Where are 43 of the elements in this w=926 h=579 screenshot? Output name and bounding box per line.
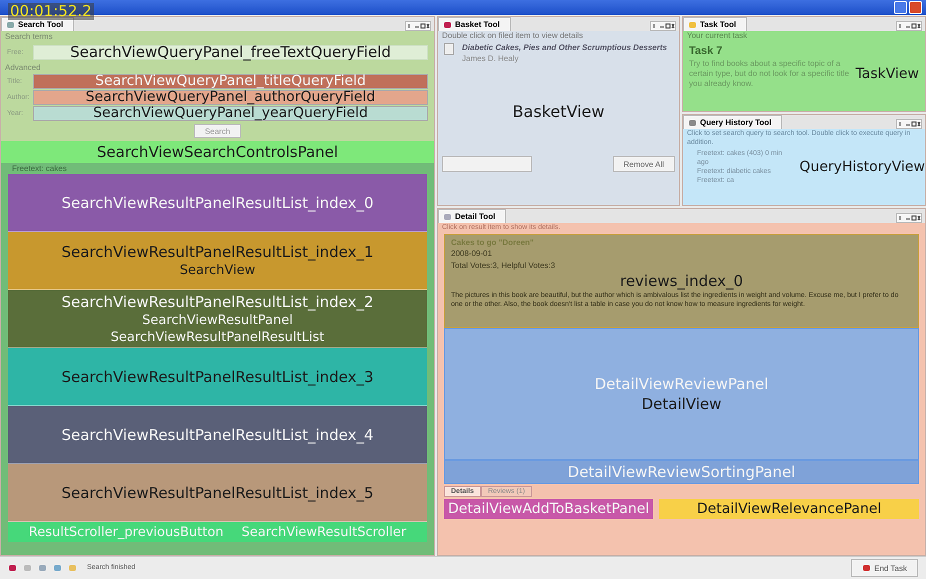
free-text-field[interactable]: SearchViewQueryPanel_freeTextQueryField <box>33 44 428 60</box>
basket-tool-panel: Basket Tool Double click on filed item to view details Diabetic Cakes, Pies and Other Scrumptious Desserts James D. Healy BasketView Remove All <box>437 16 680 206</box>
window-controls-icon[interactable] <box>650 21 676 31</box>
remove-all-button[interactable]: Remove All <box>612 156 675 172</box>
review-date: 2008-09-01 <box>451 249 493 260</box>
tool-tab[interactable]: Detail Tool <box>438 209 506 223</box>
query-field[interactable]: SearchViewQueryPanel_titleQueryField <box>33 74 428 88</box>
tool-tab[interactable]: Query History Tool <box>683 115 782 129</box>
item-author: James D. Healy <box>461 54 520 64</box>
review-panel: DetailViewReviewPanel DetailView <box>444 328 919 460</box>
window-controls-icon[interactable] <box>896 119 922 129</box>
query-field[interactable]: SearchViewQueryPanel_yearQueryField <box>33 106 428 120</box>
task-title: Task 7 <box>688 44 724 59</box>
review-votes: Total Votes:3, Helpful Votes:3 <box>451 260 556 272</box>
end-task-button[interactable]: End Task <box>851 559 918 577</box>
item-title: Diabetic Cakes, Pies and Other Scrumptious Desserts <box>461 43 668 54</box>
review-sorting-panel: DetailViewReviewSortingPanel <box>444 460 919 484</box>
add-to-basket-panel: DetailViewAddToBasketPanel <box>444 499 654 520</box>
result-list-item[interactable]: SearchViewResultPanelResultList_index_3 <box>8 348 427 406</box>
window-controls-icon[interactable] <box>896 213 922 223</box>
query-field[interactable]: SearchViewQueryPanel_authorQueryField <box>33 90 428 104</box>
task-text: Try to find books about a specific topic of a certain type, but do not look for a specific title you already know. <box>689 58 850 90</box>
result-list-item[interactable]: SearchViewResultPanelResultList_index_0 <box>8 174 427 232</box>
minimize-button[interactable] <box>894 1 907 14</box>
result-list-item[interactable]: SearchViewResultPanelResultList_index_1 SearchView <box>8 232 427 290</box>
result-list-item[interactable]: SearchViewResultPanelResultList_index_2 SearchViewResultPanel SearchViewResultPanelResultList <box>8 290 427 348</box>
search-controls-panel: SearchViewSearchControlsPanel <box>1 141 434 163</box>
tool-tab[interactable]: Basket Tool <box>438 17 511 31</box>
tool-tab[interactable]: Task Tool <box>683 17 748 31</box>
result-list-item[interactable]: SearchViewResultPanelResultList_index_4 <box>8 406 427 464</box>
window-controls-icon[interactable] <box>896 21 922 31</box>
result-header: Freetext: cakes <box>11 163 68 174</box>
result-list-item[interactable]: SearchViewResultPanelResultList_index_5 <box>8 464 427 522</box>
task-header: Your current task <box>686 31 748 42</box>
task-tool-panel: Task Tool Your current task Task 7 Try to find books about a specific topic of a certain type, but do not look for a specific title you already know. TaskView <box>682 16 926 112</box>
document-icon <box>444 43 454 56</box>
section-label: Advanced <box>4 62 42 73</box>
close-button[interactable] <box>909 1 922 14</box>
relevance-panel: DetailViewRelevancePanel <box>659 499 919 520</box>
hint-text: Double click on filed item to view details <box>441 31 584 42</box>
window-controls-icon[interactable] <box>405 21 431 31</box>
tool-tab[interactable]: Search Tool <box>1 17 74 31</box>
section-label: Search terms <box>4 31 54 42</box>
